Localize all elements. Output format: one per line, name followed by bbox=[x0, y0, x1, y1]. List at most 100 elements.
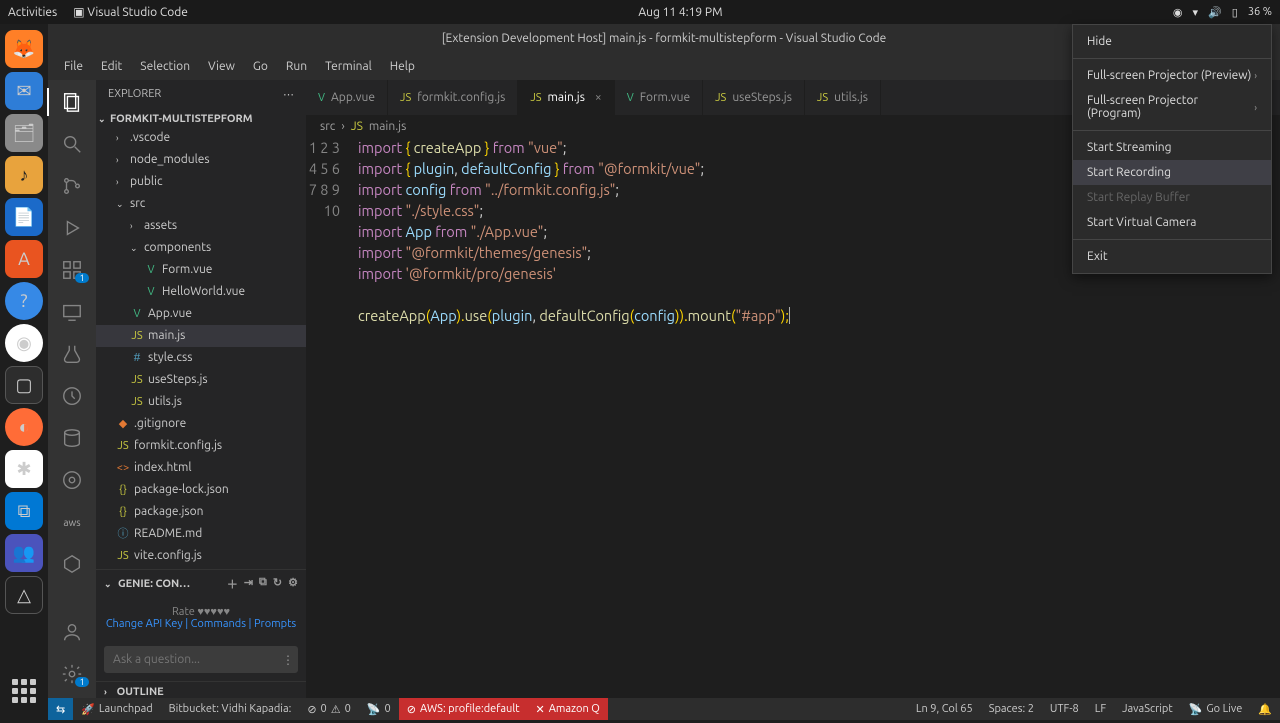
dock-terminal[interactable]: ▢ bbox=[5, 366, 43, 404]
screen-record-icon[interactable]: ◉ bbox=[1173, 6, 1183, 19]
menu-selection[interactable]: Selection bbox=[132, 56, 198, 77]
menu-terminal[interactable]: Terminal bbox=[317, 56, 380, 77]
status-eol[interactable]: LF bbox=[1087, 703, 1114, 715]
folder-assets[interactable]: ›assets bbox=[96, 215, 306, 237]
activities-button[interactable]: Activities bbox=[8, 6, 57, 19]
file-style-css[interactable]: #style.css bbox=[96, 347, 306, 369]
status-encoding[interactable]: UTF-8 bbox=[1042, 703, 1087, 715]
activity-settings[interactable] bbox=[58, 660, 86, 688]
folder-vscode[interactable]: ›.vscode bbox=[96, 127, 306, 149]
file-vite-config[interactable]: JSvite.config.js bbox=[96, 545, 306, 567]
file-formkit-config[interactable]: JSformkit.config.js bbox=[96, 435, 306, 457]
dock-rhythmbox[interactable]: ♪ bbox=[5, 156, 43, 194]
status-ports[interactable]: 📡 0 bbox=[359, 698, 399, 720]
dock-help[interactable]: ? bbox=[5, 282, 43, 320]
status-bitbucket[interactable]: Bitbucket: Vidhi Kapadia: bbox=[161, 698, 300, 720]
menu-run[interactable]: Run bbox=[278, 56, 315, 77]
status-language[interactable]: JavaScript bbox=[1114, 703, 1181, 715]
status-aws[interactable]: ⊘ AWS: profile:default bbox=[399, 698, 528, 720]
activity-search[interactable] bbox=[58, 130, 86, 158]
activity-extensions[interactable] bbox=[58, 256, 86, 284]
genie-input[interactable] bbox=[105, 647, 276, 672]
folder-components[interactable]: ⌄components bbox=[96, 237, 306, 259]
dock-postman[interactable]: ◐ bbox=[5, 408, 43, 446]
status-notifications[interactable]: 🔔 bbox=[1250, 703, 1280, 716]
menu-file[interactable]: File bbox=[56, 56, 91, 77]
project-header[interactable]: ⌄FORMKIT-MULTISTEPFORM bbox=[96, 111, 306, 127]
file-main-js[interactable]: JSmain.js bbox=[96, 325, 306, 347]
genie-links[interactable]: Change API Key | Commands | Prompts bbox=[104, 618, 298, 630]
status-amazon-q[interactable]: ✕ Amazon Q bbox=[528, 698, 608, 720]
ctx-start-recording[interactable]: Start Recording bbox=[1073, 160, 1271, 185]
tab-formkit-config[interactable]: JSformkit.config.js bbox=[388, 80, 518, 115]
tab-usesteps[interactable]: JSuseSteps.js bbox=[703, 80, 805, 115]
activity-timeline-icon[interactable] bbox=[58, 382, 86, 410]
genie-more-icon[interactable]: ⋮ bbox=[276, 649, 300, 671]
tab-utils[interactable]: JSutils.js bbox=[805, 80, 881, 115]
menu-edit[interactable]: Edit bbox=[93, 56, 130, 77]
dock-slack[interactable]: ✱ bbox=[5, 450, 43, 488]
tab-close-icon[interactable]: × bbox=[595, 91, 602, 104]
file-helloworld-vue[interactable]: VHelloWorld.vue bbox=[96, 281, 306, 303]
file-readme[interactable]: ⓘREADME.md bbox=[96, 523, 306, 545]
activity-testing[interactable] bbox=[58, 340, 86, 368]
current-app-indicator[interactable]: ▣ Visual Studio Code bbox=[73, 5, 188, 19]
status-launchpad[interactable]: 🚀 Launchpad bbox=[73, 698, 160, 720]
status-cursor-pos[interactable]: Ln 9, Col 65 bbox=[908, 703, 981, 715]
dock-azure[interactable]: △ bbox=[5, 576, 43, 614]
activity-source-control[interactable] bbox=[58, 172, 86, 200]
ctx-exit[interactable]: Exit bbox=[1073, 244, 1271, 269]
dock-thunderbird[interactable]: ✉ bbox=[5, 72, 43, 110]
folder-public[interactable]: ›public bbox=[96, 171, 306, 193]
folder-src[interactable]: ⌄src bbox=[96, 193, 306, 215]
tab-main-js[interactable]: JSmain.js× bbox=[518, 80, 614, 115]
activity-gitlens[interactable] bbox=[58, 466, 86, 494]
system-tray[interactable]: ◉ ▾ 🔊 ▯ 36 % bbox=[1173, 6, 1272, 19]
activity-database[interactable] bbox=[58, 424, 86, 452]
file-form-vue[interactable]: VForm.vue bbox=[96, 259, 306, 281]
dock-software[interactable]: A bbox=[5, 240, 43, 278]
dock-firefox[interactable]: 🦊 bbox=[5, 30, 43, 68]
activity-hexagon[interactable] bbox=[58, 550, 86, 578]
ctx-hide[interactable]: Hide bbox=[1073, 29, 1271, 54]
status-go-live[interactable]: 📡 Go Live bbox=[1181, 703, 1251, 716]
file-utils-js[interactable]: JSutils.js bbox=[96, 391, 306, 413]
activity-accounts[interactable] bbox=[58, 618, 86, 646]
file-app-vue[interactable]: VApp.vue bbox=[96, 303, 306, 325]
genie-rate[interactable]: Rate ♥♥♥♥♥ bbox=[104, 606, 298, 618]
menu-help[interactable]: Help bbox=[382, 56, 423, 77]
dock-vscode[interactable]: ⧉ bbox=[5, 492, 43, 530]
status-remote[interactable]: ⇆ bbox=[48, 698, 73, 720]
volume-icon[interactable]: 🔊 bbox=[1208, 6, 1222, 19]
genie-expand-icon[interactable]: ⇥ bbox=[244, 576, 253, 592]
file-usesteps-js[interactable]: JSuseSteps.js bbox=[96, 369, 306, 391]
file-package-json[interactable]: {}package.json bbox=[96, 501, 306, 523]
ctx-start-streaming[interactable]: Start Streaming bbox=[1073, 135, 1271, 160]
dock-show-apps[interactable] bbox=[5, 672, 43, 710]
file-gitignore[interactable]: ◆.gitignore bbox=[96, 413, 306, 435]
ctx-fullscreen-preview[interactable]: Full-screen Projector (Preview)› bbox=[1073, 63, 1271, 88]
menu-view[interactable]: View bbox=[200, 56, 243, 77]
genie-add-icon[interactable]: ＋ bbox=[227, 576, 238, 592]
tab-app-vue[interactable]: VApp.vue bbox=[306, 80, 388, 115]
ctx-start-virtual-camera[interactable]: Start Virtual Camera bbox=[1073, 210, 1271, 235]
activity-run-debug[interactable] bbox=[58, 214, 86, 242]
clock[interactable]: Aug 11 4:19 PM bbox=[188, 6, 1173, 19]
activity-remote[interactable] bbox=[58, 298, 86, 326]
activity-explorer[interactable] bbox=[47, 88, 95, 116]
battery-icon[interactable]: ▯ bbox=[1232, 6, 1238, 19]
dock-libreoffice[interactable]: 📄 bbox=[5, 198, 43, 236]
genie-copy-icon[interactable]: ⧉ bbox=[259, 576, 267, 592]
activity-aws[interactable]: aws bbox=[58, 508, 86, 536]
dock-chrome[interactable]: ◉ bbox=[5, 324, 43, 362]
explorer-more-icon[interactable]: ⋯ bbox=[283, 88, 294, 101]
folder-node-modules[interactable]: ›node_modules bbox=[96, 149, 306, 171]
ctx-fullscreen-program[interactable]: Full-screen Projector (Program)› bbox=[1073, 88, 1271, 126]
dock-teams[interactable]: 👥 bbox=[5, 534, 43, 572]
status-problems[interactable]: ⊘ 0 ⚠ 0 bbox=[299, 698, 359, 720]
status-spaces[interactable]: Spaces: 2 bbox=[981, 703, 1042, 715]
menu-go[interactable]: Go bbox=[245, 56, 276, 77]
genie-refresh-icon[interactable]: ↻ bbox=[273, 576, 282, 592]
network-icon[interactable]: ▾ bbox=[1193, 6, 1199, 19]
tab-form-vue[interactable]: VForm.vue bbox=[615, 80, 703, 115]
